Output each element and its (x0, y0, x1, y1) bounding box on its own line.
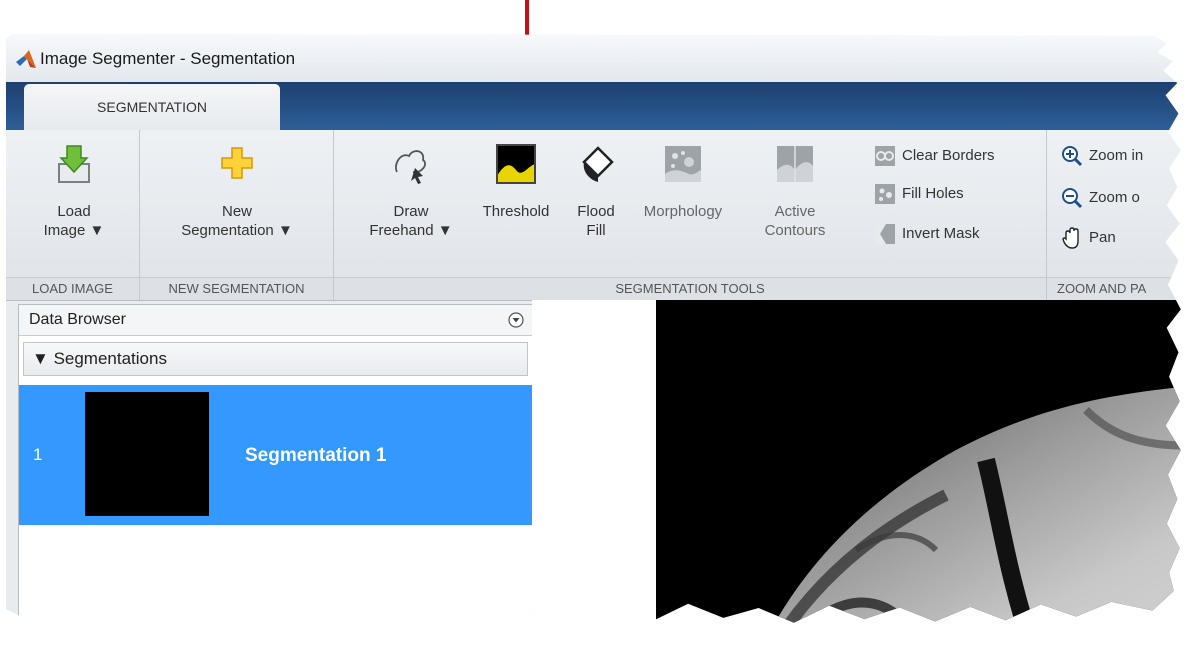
zoom-out-label: Zoom o (1089, 189, 1140, 206)
fill-holes-button[interactable]: Fill Holes (874, 182, 964, 206)
draw-freehand-icon (395, 150, 426, 184)
segmentation-list-item[interactable]: 1 Segmentation 1 (19, 385, 532, 525)
zoom-in-button[interactable]: Zoom in (1061, 144, 1143, 168)
active-contours-icon (777, 146, 813, 182)
invert-mask-icon (875, 224, 895, 245)
fill-holes-label: Fill Holes (902, 185, 964, 202)
draw-freehand-label-2: Freehand (369, 222, 434, 239)
pan-label: Pan (1089, 229, 1116, 246)
segmentation-name: Segmentation 1 (245, 445, 387, 466)
flood-fill-label-1: Flood (577, 203, 615, 220)
data-browser-header: Data Browser (19, 305, 532, 336)
draw-freehand-dropdown-icon: ▼ (437, 222, 453, 239)
new-segmentation-button[interactable]: New Segmentation ▼ (152, 144, 322, 240)
segmentation-index: 1 (33, 445, 43, 464)
section-label-zoom-and-pan: ZOOM AND PA (1047, 277, 1181, 300)
new-segmentation-plus-icon (221, 147, 253, 179)
load-image-dropdown-icon: ▼ (89, 222, 105, 239)
title-bar: Image Segmenter - Segmentation (6, 34, 1181, 82)
segmentation-thumbnail (85, 392, 209, 516)
active-contours-button[interactable]: Active Contours (750, 144, 840, 240)
image-display-area (532, 300, 1182, 646)
zoom-in-icon (1062, 146, 1083, 167)
clear-borders-button[interactable]: Clear Borders (874, 144, 995, 168)
section-zoom-and-pan: Zoom in Zoom o Pan ZOOM AND PA (1047, 130, 1181, 300)
load-image-icon (58, 145, 90, 183)
load-image-button[interactable]: Load Image ▼ (24, 144, 124, 240)
segmentations-group-label: Segmentations (53, 349, 167, 368)
fill-holes-icon (875, 184, 895, 205)
zoom-out-icon (1062, 188, 1083, 209)
flood-fill-bucket-icon (582, 146, 614, 182)
threshold-icon (496, 144, 536, 184)
section-load-image: Load Image ▼ LOAD IMAGE (6, 130, 140, 300)
morphology-button[interactable]: Morphology (628, 144, 738, 221)
invert-mask-label: Invert Mask (902, 225, 980, 242)
zoom-out-button[interactable]: Zoom o (1061, 186, 1140, 210)
zoom-in-label: Zoom in (1089, 147, 1144, 164)
section-label-load-image: LOAD IMAGE (6, 277, 139, 300)
tab-segmentation[interactable]: SEGMENTATION (24, 84, 280, 130)
flood-fill-button[interactable]: Flood Fill (566, 144, 626, 240)
threshold-label: Threshold (482, 203, 550, 220)
new-segmentation-label-1: New (221, 203, 252, 220)
panel-menu-icon[interactable] (508, 312, 524, 328)
new-segmentation-label-2: Segmentation (181, 222, 274, 239)
toolstrip: Load Image ▼ LOAD IMAGE New Segmentation… (6, 130, 1181, 301)
active-contours-label-2: Contours (764, 222, 826, 239)
new-segmentation-dropdown-icon: ▼ (277, 222, 293, 239)
data-browser-panel: Data Browser ▼ Segmentations 1 Segmentat… (18, 304, 533, 624)
draw-freehand-label-1: Draw (393, 203, 429, 220)
active-contours-label-1: Active (774, 203, 816, 220)
clear-borders-label: Clear Borders (902, 147, 995, 164)
pan-hand-icon (1062, 227, 1079, 249)
segmentation-image[interactable] (656, 300, 1182, 646)
draw-freehand-button[interactable]: Draw Freehand ▼ (356, 144, 466, 240)
matlab-logo-icon (16, 50, 36, 68)
section-label-segmentation-tools: SEGMENTATION TOOLS (334, 277, 1046, 300)
invert-mask-button[interactable]: Invert Mask (874, 222, 980, 246)
flood-fill-label-2: Fill (586, 222, 606, 239)
window-title: Image Segmenter - Segmentation (40, 49, 296, 68)
morphology-icon (665, 146, 701, 182)
data-browser-title: Data Browser (29, 311, 126, 328)
section-label-new-segmentation: NEW SEGMENTATION (140, 277, 333, 300)
pan-button[interactable]: Pan (1061, 226, 1116, 250)
segmentations-group-header[interactable]: ▼ Segmentations (23, 342, 528, 376)
threshold-button[interactable]: Threshold (466, 144, 566, 221)
app-window: Image Segmenter - Segmentation SEGMENTAT… (6, 34, 1182, 646)
load-image-label-1: Load (57, 203, 91, 220)
section-segmentation-tools: Draw Freehand ▼ Threshold Flood Fill Mor… (334, 130, 1047, 300)
load-image-label-2: Image (43, 222, 86, 239)
collapse-triangle-icon: ▼ (32, 349, 49, 368)
tab-strip: SEGMENTATION (6, 82, 1181, 130)
clear-borders-icon (875, 146, 895, 167)
section-new-segmentation: New Segmentation ▼ NEW SEGMENTATION (140, 130, 334, 300)
morphology-label: Morphology (643, 203, 723, 220)
